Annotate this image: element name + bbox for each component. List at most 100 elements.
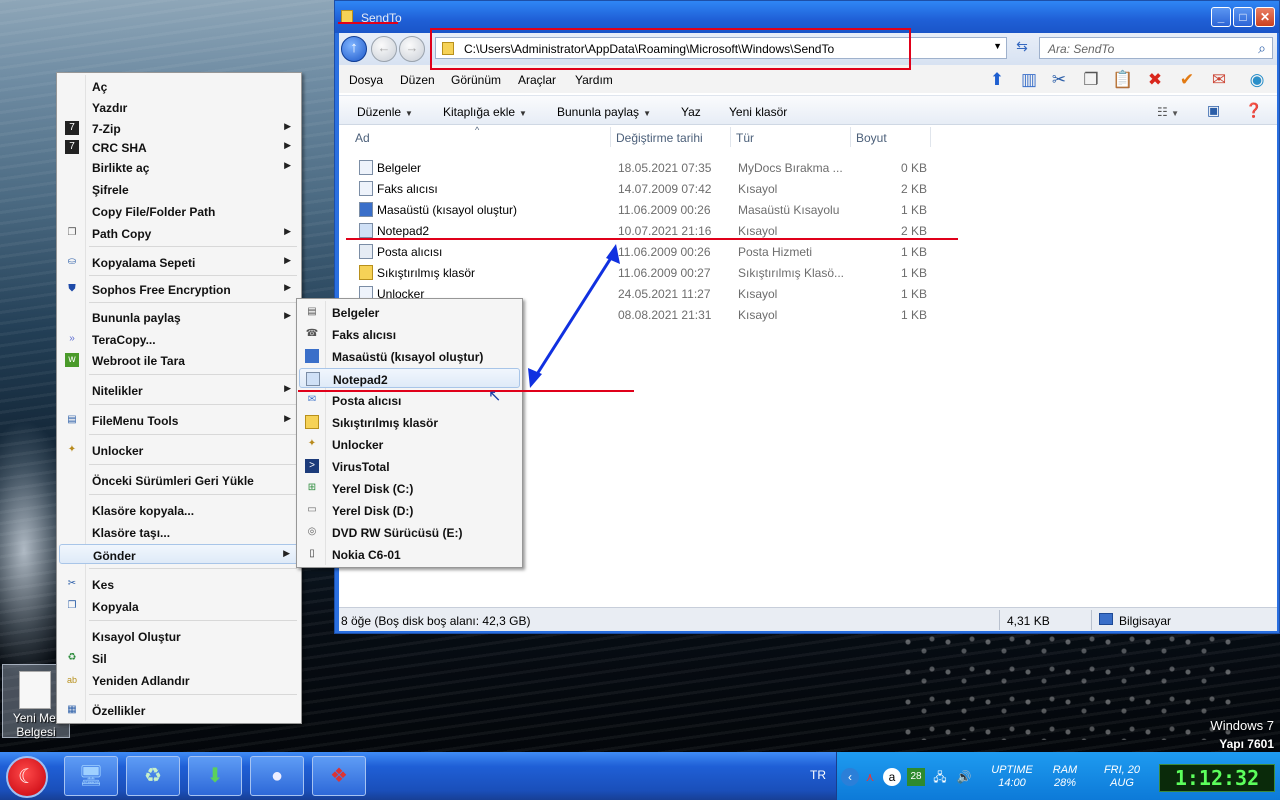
- menu-item-send-to[interactable]: Gönder ▶: [59, 544, 299, 564]
- taskbar-recycle-icon[interactable]: ♻: [126, 756, 180, 796]
- taskbar-download-icon[interactable]: ⬇: [188, 756, 242, 796]
- send-to-notepad2[interactable]: Notepad2: [299, 368, 520, 388]
- view-options-icon[interactable]: ☷ ▼: [1157, 105, 1179, 119]
- column-name[interactable]: Ad: [355, 131, 370, 145]
- menu-item-open[interactable]: Aç: [59, 76, 299, 96]
- rename-icon[interactable]: ✉: [1207, 69, 1231, 93]
- menu-help[interactable]: Yardım: [575, 73, 613, 87]
- scissors-icon[interactable]: ✂: [1047, 69, 1071, 93]
- menu-item-webroot[interactable]: w Webroot ile Tara: [59, 350, 299, 370]
- back-button[interactable]: ↑: [341, 36, 367, 62]
- menu-item-7zip[interactable]: 7 7-Zip ▶: [59, 118, 299, 138]
- column-divider[interactable]: [730, 127, 731, 147]
- file-row[interactable]: Masaüstü (kısayol oluştur) 11.06.2009 00:…: [355, 199, 955, 220]
- menu-item-rename[interactable]: ab Yeniden Adlandır: [59, 670, 299, 690]
- tray-avast-icon[interactable]: a: [883, 768, 901, 786]
- menu-item-teracopy[interactable]: » TeraCopy...: [59, 329, 299, 349]
- menu-tools[interactable]: Araçlar: [518, 73, 556, 87]
- checkmark-icon[interactable]: ✔: [1175, 69, 1199, 93]
- share-with-button[interactable]: Bununla paylaş ▼: [557, 105, 651, 119]
- tray-app-icon[interactable]: ⋏: [861, 768, 879, 786]
- language-indicator[interactable]: TR: [810, 768, 826, 782]
- menu-item-crc-sha[interactable]: 7 CRC SHA ▶: [59, 137, 299, 157]
- menu-item-attributes[interactable]: Nitelikler ▶: [59, 380, 299, 400]
- menu-item-delete[interactable]: ♻ Sil: [59, 648, 299, 668]
- digital-clock[interactable]: 1:12:32: [1159, 764, 1275, 792]
- send-to-fax[interactable]: ☎ Faks alıcısı: [299, 324, 520, 344]
- column-size[interactable]: Boyut: [856, 131, 887, 145]
- organize-button[interactable]: Düzenle ▼: [357, 105, 413, 119]
- send-to-drive-d[interactable]: ▭ Yerel Disk (D:): [299, 500, 520, 520]
- add-to-library-button[interactable]: Kitaplığa ekle ▼: [443, 105, 527, 119]
- column-divider[interactable]: [610, 127, 611, 147]
- forward-button[interactable]: ←: [371, 36, 397, 62]
- burn-button[interactable]: Yaz: [681, 105, 701, 119]
- column-divider[interactable]: [930, 127, 931, 147]
- up-button[interactable]: →: [399, 36, 425, 62]
- send-to-unlocker[interactable]: ✦ Unlocker: [299, 434, 520, 454]
- menu-item-path-copy[interactable]: ❐ Path Copy ▶: [59, 223, 299, 243]
- taskbar-package-icon[interactable]: ❖: [312, 756, 366, 796]
- menu-item-create-shortcut[interactable]: Kısayol Oluştur: [59, 626, 299, 646]
- network-icon[interactable]: 🖧: [931, 768, 949, 786]
- document-icon: ▤: [307, 306, 317, 317]
- menu-item-unlocker[interactable]: ✦ Unlocker: [59, 440, 299, 460]
- send-to-documents[interactable]: ▤ Belgeler: [299, 302, 520, 322]
- menu-item-copy-path[interactable]: Copy File/Folder Path: [59, 201, 299, 221]
- menu-item-open-with[interactable]: Birlikte aç ▶: [59, 157, 299, 177]
- file-row[interactable]: Faks alıcısı 14.07.2009 07:42 Kısayol 2 KB: [355, 178, 955, 199]
- menu-file[interactable]: Dosya: [349, 73, 383, 87]
- preview-pane-icon[interactable]: ▣: [1207, 102, 1220, 119]
- taskbar-globe-icon[interactable]: ●: [250, 756, 304, 796]
- file-row[interactable]: Sıkıştırılmış klasör 11.06.2009 00:27 Sıkı…: [355, 262, 955, 283]
- menu-view[interactable]: Görünüm: [451, 73, 501, 87]
- maximize-button[interactable]: □: [1233, 7, 1253, 27]
- file-row[interactable]: Belgeler 18.05.2021 07:35 MyDocs Bırakma .…: [355, 157, 955, 178]
- menu-item-print[interactable]: Yazdır: [59, 97, 299, 117]
- menu-item-share-with[interactable]: Bununla paylaş ▶: [59, 307, 299, 327]
- send-to-nokia[interactable]: ▯ Nokia C6-01: [299, 544, 520, 564]
- menu-edit[interactable]: Düzen: [400, 73, 435, 87]
- search-icon[interactable]: ⌕: [1258, 40, 1266, 57]
- start-button[interactable]: ☾: [6, 756, 48, 798]
- paste-icon[interactable]: 📋: [1111, 69, 1135, 93]
- send-to-zip[interactable]: Sıkıştırılmış klasör: [299, 412, 520, 432]
- volume-icon[interactable]: 🔊: [955, 768, 973, 786]
- close-button[interactable]: ✕: [1255, 7, 1275, 27]
- menu-item-sophos[interactable]: ⛊ Sophos Free Encryption ▶: [59, 279, 299, 299]
- new-folder-button[interactable]: Yeni klasör: [729, 105, 787, 119]
- menu-item-filemenu-tools[interactable]: ▤ FileMenu Tools ▶: [59, 410, 299, 430]
- menu-item-copy[interactable]: ❐ Kopyala: [59, 596, 299, 616]
- send-to-mail[interactable]: ✉ Posta alıcısı: [299, 390, 520, 410]
- minimize-button[interactable]: _: [1211, 7, 1231, 27]
- copy-icon[interactable]: ❐: [1079, 69, 1103, 93]
- menu-item-restore-versions[interactable]: Önceki Sürümleri Geri Yükle: [59, 470, 299, 490]
- column-type[interactable]: Tür: [736, 131, 754, 145]
- taskbar-computer-icon[interactable]: 🖥: [64, 756, 118, 796]
- refresh-icon[interactable]: ⇆: [1011, 38, 1033, 58]
- menu-item-copy-basket[interactable]: ⛀ Kopyalama Sepeti ▶: [59, 252, 299, 272]
- menu-item-move-to-folder[interactable]: Klasöre taşı...: [59, 522, 299, 542]
- send-to-virustotal[interactable]: > VirusTotal: [299, 456, 520, 476]
- chevron-left-icon[interactable]: ‹: [841, 768, 859, 786]
- delete-icon[interactable]: ✖: [1143, 69, 1167, 93]
- column-divider[interactable]: [850, 127, 851, 147]
- menu-item-properties[interactable]: ▦ Özellikler: [59, 700, 299, 720]
- file-row[interactable]: Posta alıcısı 11.06.2009 00:26 Posta Hizme…: [355, 241, 955, 262]
- menu-item-label: FileMenu Tools: [92, 414, 179, 428]
- help-icon[interactable]: ❓: [1245, 102, 1262, 119]
- send-to-desktop[interactable]: Masaüstü (kısayol oluştur): [299, 346, 520, 366]
- menu-item-copy-to-folder[interactable]: Klasöre kopyala...: [59, 500, 299, 520]
- panel-icon[interactable]: ▥: [1017, 69, 1041, 93]
- column-date[interactable]: Değiştirme tarihi: [616, 131, 703, 145]
- menu-item-encrypt[interactable]: Şifrele: [59, 179, 299, 199]
- send-to-dvd[interactable]: ◎ DVD RW Sürücüsü (E:): [299, 522, 520, 542]
- chevron-right-icon: ▶: [284, 160, 291, 170]
- globe-icon[interactable]: ◉: [1245, 69, 1269, 93]
- chevron-down-icon[interactable]: ▼: [993, 41, 1002, 51]
- tray-badge[interactable]: 28: [907, 768, 925, 786]
- search-input[interactable]: Ara: SendTo ⌕: [1039, 37, 1273, 59]
- menu-item-cut[interactable]: ✂ Kes: [59, 574, 299, 594]
- send-to-drive-c[interactable]: ⊞ Yerel Disk (C:): [299, 478, 520, 498]
- up-arrow-icon[interactable]: ⬆: [985, 69, 1009, 93]
